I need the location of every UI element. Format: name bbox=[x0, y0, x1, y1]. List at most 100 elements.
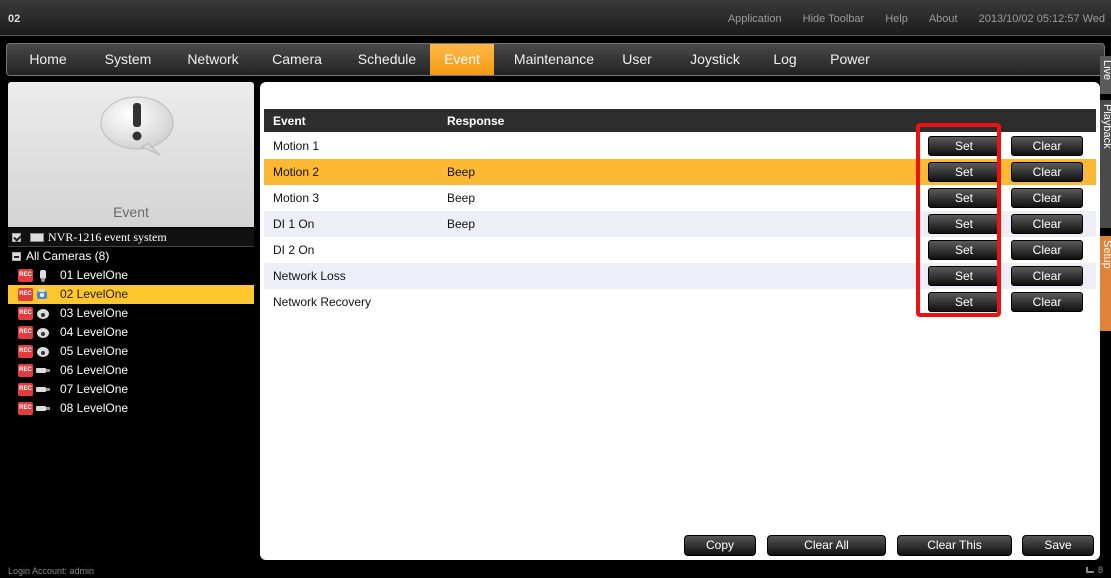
copy-button[interactable]: Copy bbox=[684, 535, 756, 556]
left-panel-header: Event bbox=[8, 82, 254, 227]
table-row[interactable]: Motion 3 Beep Set Clear bbox=[264, 185, 1096, 211]
login-account: Login Account: admin bbox=[8, 566, 95, 576]
camera-item[interactable]: REC 08 LevelOne bbox=[8, 399, 254, 418]
network-icon bbox=[1085, 567, 1094, 573]
column-header-response: Response bbox=[447, 114, 505, 128]
side-tab-playback-label: Playback bbox=[1101, 104, 1111, 149]
clear-button[interactable]: Clear bbox=[1011, 266, 1083, 286]
table-header: Event Response bbox=[264, 109, 1096, 132]
rec-badge-icon: REC bbox=[18, 326, 33, 339]
set-button[interactable]: Set bbox=[928, 136, 1000, 156]
set-button[interactable]: Set bbox=[928, 162, 1000, 182]
side-tab-live[interactable]: Live bbox=[1100, 56, 1111, 94]
event-name: DI 2 On bbox=[273, 243, 315, 257]
rec-badge-icon: REC bbox=[18, 288, 33, 301]
bullet-camera-icon bbox=[40, 270, 46, 282]
side-tab-playback[interactable]: Playback bbox=[1100, 100, 1111, 228]
menu-application[interactable]: Application bbox=[728, 13, 782, 25]
rec-badge-icon: REC bbox=[18, 269, 33, 282]
tab-maintenance[interactable]: Maintenance bbox=[502, 44, 606, 75]
clear-button[interactable]: Clear bbox=[1011, 214, 1083, 234]
tab-camera[interactable]: Camera bbox=[261, 44, 333, 75]
event-name: Motion 1 bbox=[273, 139, 320, 153]
datetime-display: 2013/10/02 05:12:57 Wed bbox=[978, 13, 1105, 25]
title-bar: 02 Application Hide Toolbar Help About 2… bbox=[0, 0, 1111, 36]
camera-item[interactable]: REC 01 LevelOne bbox=[8, 266, 254, 285]
rec-badge-icon: REC bbox=[18, 345, 33, 358]
event-settings-panel: Event Response Motion 1 Set Clear Motion… bbox=[260, 82, 1100, 560]
clear-button[interactable]: Clear bbox=[1011, 240, 1083, 260]
tab-log[interactable]: Log bbox=[763, 44, 807, 75]
left-panel: Event NVR-1216 event system All Cameras … bbox=[8, 82, 254, 550]
tab-schedule[interactable]: Schedule bbox=[345, 44, 429, 75]
camera-item[interactable]: REC 05 LevelOne bbox=[8, 342, 254, 361]
camera-item[interactable]: REC 07 LevelOne bbox=[8, 380, 254, 399]
checkbox-partial-icon[interactable] bbox=[12, 252, 21, 261]
rec-badge-icon: REC bbox=[18, 307, 33, 320]
tab-system[interactable]: System bbox=[93, 44, 163, 75]
side-tab-live-label: Live bbox=[1101, 60, 1111, 81]
save-button[interactable]: Save bbox=[1022, 535, 1094, 556]
camera-tree: NVR-1216 event system All Cameras (8) RE… bbox=[8, 228, 254, 418]
tab-home[interactable]: Home bbox=[15, 44, 81, 75]
set-button[interactable]: Set bbox=[928, 292, 1000, 312]
clear-button[interactable]: Clear bbox=[1011, 162, 1083, 182]
table-row[interactable]: Motion 2 Beep Set Clear bbox=[264, 159, 1096, 185]
box-camera-icon bbox=[36, 387, 50, 392]
event-name: Motion 2 bbox=[273, 165, 320, 179]
table-row[interactable]: DI 2 On Set Clear bbox=[264, 237, 1096, 263]
tree-group[interactable]: All Cameras (8) bbox=[8, 247, 254, 266]
tab-user[interactable]: User bbox=[611, 44, 663, 75]
box-camera-icon bbox=[36, 406, 50, 411]
camera-label: 07 LevelOne bbox=[60, 382, 129, 396]
tree-root[interactable]: NVR-1216 event system bbox=[8, 228, 254, 247]
camera-item[interactable]: REC 03 LevelOne bbox=[8, 304, 254, 323]
camera-label: 04 LevelOne bbox=[60, 325, 129, 339]
tab-joystick[interactable]: Joystick bbox=[677, 44, 753, 75]
clear-button[interactable]: Clear bbox=[1011, 188, 1083, 208]
clear-button[interactable]: Clear bbox=[1011, 292, 1083, 312]
menu-about[interactable]: About bbox=[929, 13, 958, 25]
clear-this-button[interactable]: Clear This bbox=[897, 535, 1012, 556]
side-tab-setup-label: Setup bbox=[1101, 240, 1111, 269]
event-response: Beep bbox=[447, 191, 476, 205]
status-count: 8 bbox=[1097, 565, 1103, 575]
panel-title: Event bbox=[113, 204, 149, 220]
window-title: 02 bbox=[8, 13, 21, 25]
side-tab-setup[interactable]: Setup bbox=[1100, 236, 1111, 331]
camera-item[interactable]: REC 02 LevelOne bbox=[8, 285, 254, 304]
camera-label: 03 LevelOne bbox=[60, 306, 129, 320]
dome-camera-icon bbox=[37, 328, 49, 338]
nvr-icon bbox=[30, 233, 44, 242]
menu-hide-toolbar[interactable]: Hide Toolbar bbox=[803, 13, 865, 25]
ptz-camera-icon bbox=[37, 289, 47, 299]
camera-item[interactable]: REC 06 LevelOne bbox=[8, 361, 254, 380]
tab-network[interactable]: Network bbox=[175, 44, 251, 75]
camera-label: 08 LevelOne bbox=[60, 401, 129, 415]
table-row[interactable]: Motion 1 Set Clear bbox=[264, 133, 1096, 159]
event-name: DI 1 On bbox=[273, 217, 315, 231]
camera-label: 06 LevelOne bbox=[60, 363, 129, 377]
event-name: Network Loss bbox=[273, 269, 346, 283]
set-button[interactable]: Set bbox=[928, 266, 1000, 286]
tree-group-label: All Cameras (8) bbox=[26, 249, 110, 263]
clear-all-button[interactable]: Clear All bbox=[767, 535, 886, 556]
tab-power[interactable]: Power bbox=[819, 44, 881, 75]
set-button[interactable]: Set bbox=[928, 214, 1000, 234]
clear-button[interactable]: Clear bbox=[1011, 136, 1083, 156]
table-row[interactable]: DI 1 On Beep Set Clear bbox=[264, 211, 1096, 237]
rec-badge-icon: REC bbox=[18, 383, 33, 396]
table-row[interactable]: Network Recovery Set Clear bbox=[264, 289, 1096, 315]
rec-badge-icon: REC bbox=[18, 402, 33, 415]
menu-help[interactable]: Help bbox=[885, 13, 908, 25]
checkbox-checked-icon[interactable] bbox=[12, 233, 21, 242]
tree-root-label: NVR-1216 event system bbox=[48, 230, 167, 244]
set-button[interactable]: Set bbox=[928, 240, 1000, 260]
tab-event[interactable]: Event bbox=[430, 44, 494, 75]
camera-label: 05 LevelOne bbox=[60, 344, 129, 358]
camera-item[interactable]: REC 04 LevelOne bbox=[8, 323, 254, 342]
table-row[interactable]: Network Loss Set Clear bbox=[264, 263, 1096, 289]
dome-camera-icon bbox=[37, 347, 49, 357]
event-name: Motion 3 bbox=[273, 191, 320, 205]
set-button[interactable]: Set bbox=[928, 188, 1000, 208]
